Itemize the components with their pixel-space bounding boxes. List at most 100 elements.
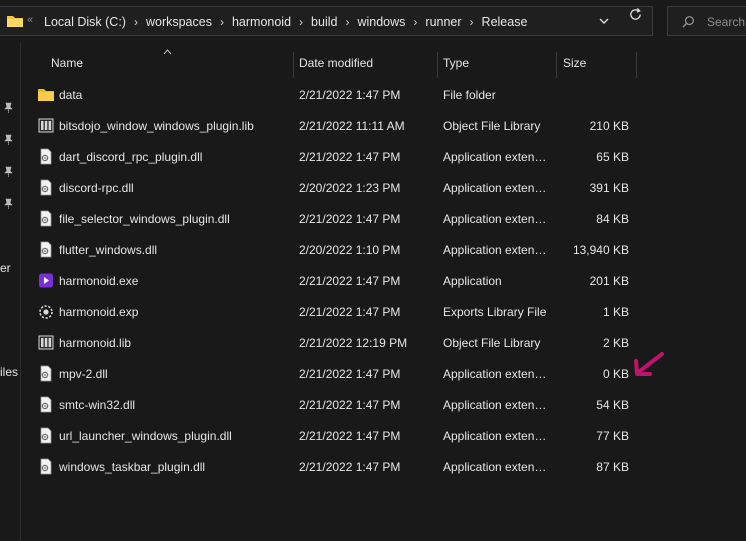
file-name: url_launcher_windows_plugin.dll <box>59 429 232 443</box>
folder-icon <box>7 16 23 27</box>
toolbar: « Local Disk (C:) › workspaces › harmonoid › b… <box>0 0 746 42</box>
file-date-modified: 2/21/2022 1:47 PM <box>299 150 401 164</box>
file-name: harmonoid.exp <box>59 305 139 319</box>
file-size: 77 KB <box>596 429 629 443</box>
file-date-modified: 2/21/2022 1:47 PM <box>299 429 401 443</box>
breadcrumb-item[interactable]: windows <box>357 15 405 29</box>
file-row[interactable]: dart_discord_rpc_plugin.dll 2/21/2022 1:4… <box>21 141 746 172</box>
file-type: Application exten… <box>443 367 547 381</box>
file-date-modified: 2/21/2022 1:47 PM <box>299 398 401 412</box>
pin-icon[interactable] <box>3 134 14 145</box>
file-type: Application exten… <box>443 150 547 164</box>
file-row[interactable]: windows_taskbar_plugin.dll 2/21/2022 1:47… <box>21 451 746 482</box>
file-size: 0 KB <box>602 367 629 381</box>
navigation-pane: er iles <box>0 42 20 541</box>
file-type: Application exten… <box>443 398 547 412</box>
file-date-modified: 2/21/2022 12:19 PM <box>299 336 408 350</box>
nav-item-label[interactable]: iles <box>0 365 18 379</box>
file-size: 1 KB <box>602 305 629 319</box>
file-size: 87 KB <box>596 460 629 474</box>
file-type: Object File Library <box>443 336 541 350</box>
nav-item-label[interactable]: er <box>0 261 11 275</box>
file-date-modified: 2/21/2022 1:47 PM <box>299 460 401 474</box>
breadcrumb-item[interactable]: Local Disk (C:) <box>44 15 126 29</box>
breadcrumb-item[interactable]: harmonoid <box>232 15 291 29</box>
column-header-size[interactable]: Size <box>563 56 586 70</box>
file-row[interactable]: smtc-win32.dll 2/21/2022 1:47 PM Applicati… <box>21 389 746 420</box>
pin-icon[interactable] <box>3 166 14 177</box>
file-date-modified: 2/21/2022 1:47 PM <box>299 212 401 226</box>
dll-file-icon <box>38 365 54 382</box>
breadcrumb-separator-icon[interactable]: › <box>413 15 417 29</box>
file-name: smtc-win32.dll <box>59 398 136 412</box>
file-row[interactable]: discord-rpc.dll 2/20/2022 1:23 PM Applicat… <box>21 172 746 203</box>
breadcrumb-separator-icon[interactable]: › <box>134 15 138 29</box>
breadcrumb-item[interactable]: Release <box>482 15 528 29</box>
file-type: Exports Library File <box>443 305 547 319</box>
file-name: flutter_windows.dll <box>59 243 158 257</box>
file-date-modified: 2/21/2022 1:47 PM <box>299 305 401 319</box>
breadcrumb-separator-icon[interactable]: › <box>299 15 303 29</box>
file-name: harmonoid.exe <box>59 274 139 288</box>
chevron-left-icon[interactable]: « <box>27 14 33 26</box>
sort-ascending-icon <box>163 49 172 55</box>
file-name: dart_discord_rpc_plugin.dll <box>59 150 203 164</box>
column-divider[interactable] <box>556 52 557 78</box>
breadcrumb: Local Disk (C:) › workspaces › harmonoid › bui… <box>44 14 527 30</box>
file-name: file_selector_windows_plugin.dll <box>59 212 230 226</box>
file-row[interactable]: harmonoid.exp 2/21/2022 1:47 PM Exports Li… <box>21 296 746 327</box>
pin-icon[interactable] <box>3 198 14 209</box>
file-row[interactable]: bitsdojo_window_windows_plugin.lib 2/21/2… <box>21 110 746 141</box>
file-explorer-window: « Local Disk (C:) › workspaces › harmonoid › b… <box>0 0 746 541</box>
breadcrumb-item[interactable]: build <box>311 15 337 29</box>
file-row[interactable]: harmonoid.exe 2/21/2022 1:47 PM Applicatio… <box>21 265 746 296</box>
breadcrumb-separator-icon[interactable]: › <box>345 15 349 29</box>
column-divider[interactable] <box>636 52 637 78</box>
annotation-arrow-icon <box>634 352 664 376</box>
breadcrumb-separator-icon[interactable]: › <box>470 15 474 29</box>
file-row[interactable]: file_selector_windows_plugin.dll 2/21/202… <box>21 203 746 234</box>
file-size: 54 KB <box>596 398 629 412</box>
file-name: mpv-2.dll <box>59 367 108 381</box>
column-header-date[interactable]: Date modified <box>299 56 373 70</box>
breadcrumb-item[interactable]: runner <box>425 15 461 29</box>
file-row[interactable]: url_launcher_windows_plugin.dll 2/21/2022… <box>21 420 746 451</box>
pin-icon[interactable] <box>3 102 14 113</box>
file-type: Application exten… <box>443 243 547 257</box>
dll-file-icon <box>38 241 54 258</box>
search-placeholder: Search <box>707 15 746 29</box>
file-date-modified: 2/21/2022 11:11 AM <box>299 119 405 133</box>
address-bar[interactable]: « Local Disk (C:) › workspaces › harmonoid › b… <box>0 6 653 36</box>
file-row[interactable]: data 2/21/2022 1:47 PM File folder <box>21 79 746 110</box>
dll-file-icon <box>38 396 54 413</box>
file-type: Application exten… <box>443 460 547 474</box>
search-box[interactable]: Search <box>667 6 746 36</box>
dll-file-icon <box>38 179 54 196</box>
file-date-modified: 2/20/2022 1:10 PM <box>299 243 401 257</box>
file-type: File folder <box>443 88 496 102</box>
column-header-name[interactable]: Name <box>51 56 83 70</box>
file-name: data <box>59 88 83 102</box>
file-type: Application <box>443 274 502 288</box>
library-file-icon <box>38 117 54 134</box>
column-divider[interactable] <box>437 52 438 78</box>
file-type: Object File Library <box>443 119 541 133</box>
chevron-down-icon[interactable] <box>598 15 610 27</box>
file-name: windows_taskbar_plugin.dll <box>59 460 206 474</box>
file-date-modified: 2/21/2022 1:47 PM <box>299 274 401 288</box>
app-icon <box>38 272 54 289</box>
file-date-modified: 2/20/2022 1:23 PM <box>299 181 401 195</box>
file-size: 391 KB <box>589 181 629 195</box>
file-name: harmonoid.lib <box>59 336 132 350</box>
file-size: 2 KB <box>602 336 629 350</box>
breadcrumb-item[interactable]: workspaces <box>146 15 212 29</box>
file-size: 13,940 KB <box>572 243 629 257</box>
file-row[interactable]: flutter_windows.dll 2/20/2022 1:10 PM Appl… <box>21 234 746 265</box>
file-type: Application exten… <box>443 212 547 226</box>
breadcrumb-separator-icon[interactable]: › <box>220 15 224 29</box>
column-header-type[interactable]: Type <box>443 56 469 70</box>
search-icon <box>682 16 694 28</box>
refresh-icon[interactable] <box>628 7 643 22</box>
column-divider[interactable] <box>293 52 294 78</box>
exp-file-icon <box>38 303 54 320</box>
